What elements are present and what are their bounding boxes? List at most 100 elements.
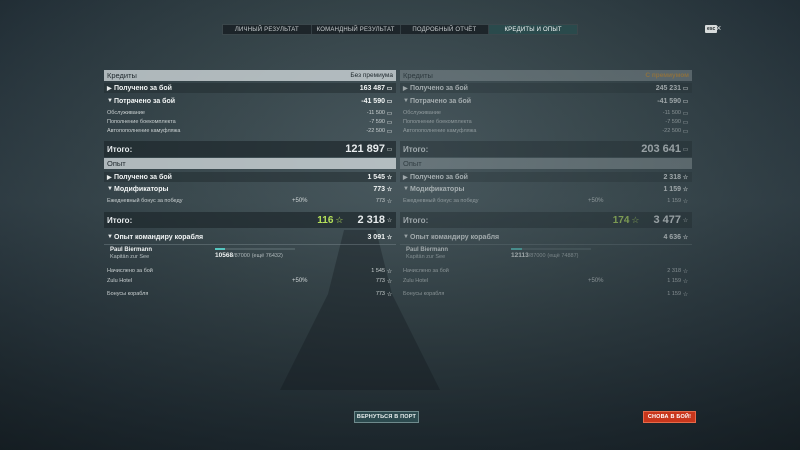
captain-bonus-row: Начислено за бой 2 318 ☆ <box>400 266 692 276</box>
free-xp-icon: ☆ <box>631 214 640 225</box>
xp-modifiers-value: 773 <box>373 185 385 193</box>
captain-bonus-label: Начислено за бой <box>107 268 153 274</box>
captain-xp-progress: 10568/87000 (ещё 76432) <box>215 252 283 259</box>
captain-rank: Kapitän zur See <box>406 254 446 260</box>
daily-bonus-value: 1 159 <box>667 198 681 204</box>
captain-bonus-value: 1 545 <box>371 268 385 274</box>
battle-again-button[interactable]: СНОВА В БОЙ! <box>643 411 696 423</box>
captain-name: Paul Biermann <box>110 247 153 253</box>
xp-total-label: Итого: <box>403 215 429 225</box>
captain-xp-progress-bar <box>511 248 591 250</box>
captain-xp-remaining: (ещё 74887) <box>547 253 579 259</box>
expense-value: -7 590 <box>665 119 681 125</box>
expense-label: Автопополнение камуфляжа <box>403 128 477 134</box>
credits-spent-row[interactable]: ▼ Потрачено за бой -41 590 ▭ <box>400 96 692 106</box>
tab-team-result[interactable]: КОМАНДНЫЙ РЕЗУЛЬТАТ <box>312 25 401 34</box>
expense-row: Автопополнение камуфляжа -22 500 ▭ <box>400 126 692 136</box>
xp-modifiers-row[interactable]: ▼ Модификаторы 1 159 ☆ <box>400 184 692 194</box>
expense-label: Пополнение боекомплекта <box>107 119 176 125</box>
expand-arrow-icon: ▶ <box>107 174 112 181</box>
xp-total-value: 3 477 <box>653 214 681 226</box>
xp-modifiers-label: Модификаторы <box>114 185 169 193</box>
credits-earned-row[interactable]: ▶ Получено за бой 245 231 ▭ <box>400 83 692 93</box>
star-icon: ☆ <box>682 268 689 275</box>
captain-card: Paul Biermann Kapitän zur See 10568/8700… <box>107 247 397 265</box>
captain-bonus-value: 773 <box>375 278 385 284</box>
captain-xp-label: Опыт командиру корабля <box>410 233 500 241</box>
credits-total-value: 203 641 <box>641 143 681 155</box>
credits-spent-label: Потрачено за бой <box>410 97 472 105</box>
daily-bonus-percent: +50% <box>292 198 308 204</box>
xp-earned-row[interactable]: ▶ Получено за бой 2 318 ☆ <box>400 172 692 182</box>
divider <box>400 244 692 245</box>
captain-xp-progress-fill <box>215 248 225 250</box>
xp-modifiers-row[interactable]: ▼ Модификаторы 773 ☆ <box>104 184 396 194</box>
credits-icon: ▭ <box>682 128 689 135</box>
star-icon: ☆ <box>682 234 689 241</box>
tab-credits-and-xp[interactable]: КРЕДИТЫ И ОПЫТ <box>489 25 577 34</box>
captain-xp-progress-fill <box>511 248 523 250</box>
star-icon: ☆ <box>386 174 393 181</box>
credits-icon: ▭ <box>386 110 393 117</box>
return-to-port-button[interactable]: ВЕРНУТЬСЯ В ПОРТ <box>354 411 419 423</box>
captain-bonus-value: 1 159 <box>667 278 681 284</box>
star-icon: ☆ <box>682 217 689 224</box>
star-icon: ☆ <box>682 174 689 181</box>
xp-total-row: Итого: 174 ☆ 3 477 ☆ <box>400 212 692 228</box>
credits-earned-label: Получено за бой <box>114 84 172 92</box>
collapse-arrow-icon: ▼ <box>403 186 409 192</box>
credits-total-label: Итого: <box>107 144 133 154</box>
expense-label: Обслуживание <box>403 110 441 116</box>
credits-icon: ▭ <box>682 146 689 153</box>
free-xp-icon: ☆ <box>335 214 344 225</box>
star-icon: ☆ <box>386 268 393 275</box>
xp-modifiers-label: Модификаторы <box>410 185 465 193</box>
credits-icon: ▭ <box>682 98 689 105</box>
captain-name: Paul Biermann <box>406 247 449 253</box>
captain-rank: Kapitän zur See <box>110 254 150 260</box>
xp-earned-value: 1 545 <box>367 173 385 181</box>
captain-bonus-label: Начислено за бой <box>403 268 449 274</box>
daily-bonus-row: Ежедневный бонус за победу +50% 773 ☆ <box>104 196 396 206</box>
captain-xp-current: 12113 <box>511 252 529 259</box>
credits-earned-row[interactable]: ▶ Получено за бой 163 487 ▭ <box>104 83 396 93</box>
daily-bonus-label: Ежедневный бонус за победу <box>403 198 479 204</box>
captain-xp-value: 4 636 <box>663 233 681 241</box>
star-icon: ☆ <box>682 278 689 285</box>
collapse-arrow-icon: ▼ <box>107 234 113 240</box>
close-icon[interactable]: × <box>716 23 721 33</box>
xp-earned-label: Получено за бой <box>410 173 468 181</box>
credits-title: Кредиты <box>107 71 137 80</box>
credits-icon: ▭ <box>682 119 689 126</box>
xp-earned-value: 2 318 <box>663 173 681 181</box>
captain-bonus-row: Бонусы корабля 773 ☆ <box>104 289 396 299</box>
credits-spent-row[interactable]: ▼ Потрачено за бой -41 590 ▭ <box>104 96 396 106</box>
expense-label: Автопополнение камуфляжа <box>107 128 181 134</box>
collapse-arrow-icon: ▼ <box>107 98 113 104</box>
star-icon: ☆ <box>386 217 393 224</box>
tab-detailed-report[interactable]: ПОДРОБНЫЙ ОТЧЁТ <box>401 25 490 34</box>
expense-value: -11 500 <box>662 110 681 116</box>
credits-icon: ▭ <box>386 119 393 126</box>
credits-total-label: Итого: <box>403 144 429 154</box>
credits-title: Кредиты <box>403 71 433 80</box>
collapse-arrow-icon: ▼ <box>107 186 113 192</box>
captain-xp-row[interactable]: ▼ Опыт командиру корабля 4 636 ☆ <box>400 232 692 242</box>
xp-header: Опыт <box>104 158 396 169</box>
account-mode-label: Без премиума <box>350 72 393 79</box>
star-icon: ☆ <box>386 198 393 205</box>
captain-bonus-label: Бонусы корабля <box>107 291 149 297</box>
daily-bonus-percent: +50% <box>588 198 604 204</box>
expand-arrow-icon: ▶ <box>107 85 112 92</box>
credits-total-row: Итого: 121 897 ▭ <box>104 141 396 157</box>
xp-title: Опыт <box>403 159 422 168</box>
captain-xp-row[interactable]: ▼ Опыт командиру корабля 3 091 ☆ <box>104 232 396 242</box>
xp-earned-row[interactable]: ▶ Получено за бой 1 545 ☆ <box>104 172 396 182</box>
daily-bonus-label: Ежедневный бонус за победу <box>107 198 183 204</box>
tab-personal-result[interactable]: ЛИЧНЫЙ РЕЗУЛЬТАТ <box>223 25 312 34</box>
credits-spent-value: -41 590 <box>361 97 385 105</box>
expense-row: Автопополнение камуфляжа -22 500 ▭ <box>104 126 396 136</box>
star-icon: ☆ <box>682 291 689 298</box>
captain-bonus-percent: +50% <box>292 278 308 284</box>
daily-bonus-value: 773 <box>375 198 385 204</box>
